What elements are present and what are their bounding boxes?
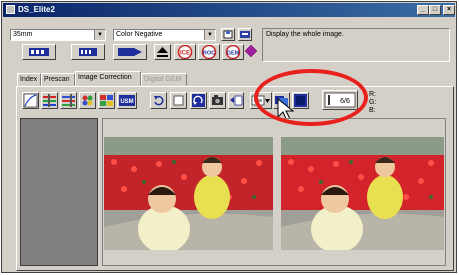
color-balance-button[interactable] [79, 92, 96, 109]
tab-image-correction[interactable]: Image Correction [75, 71, 141, 86]
rotate-icon [192, 94, 205, 107]
thumbnail-pane [20, 118, 98, 266]
save-button[interactable] [221, 28, 235, 41]
snapshot-icon [212, 95, 223, 105]
gem-label: GEM [227, 51, 240, 57]
reset-button[interactable] [170, 92, 187, 109]
preferences-icon [240, 31, 250, 38]
usm-label: USM [120, 99, 133, 105]
gem-icon: GEM [225, 44, 241, 60]
highlight-circle [254, 69, 368, 126]
tab-index[interactable]: Index [17, 73, 41, 86]
readout-g: G: [369, 99, 377, 106]
variation-icon [100, 95, 113, 106]
tab-digital-gem: Digital GEM [141, 73, 187, 86]
dropdown-arrow-icon[interactable]: ▼ [204, 30, 215, 40]
eject-icon [157, 47, 168, 57]
levels-button[interactable] [60, 92, 77, 109]
prescan-icon [29, 48, 49, 56]
snapshot-button[interactable] [209, 92, 226, 109]
app-icon [6, 5, 15, 14]
gem-button[interactable]: GEM [222, 44, 244, 60]
levels-icon [62, 94, 75, 107]
prescan-button[interactable] [71, 44, 105, 60]
before-image [104, 137, 273, 250]
crop-icon [230, 95, 243, 106]
eject-button[interactable] [154, 44, 171, 60]
eraser-icon [244, 44, 258, 58]
ice-icon: ICE [177, 44, 193, 60]
undo-button[interactable] [150, 92, 167, 109]
film-format-value: 35mm [13, 31, 33, 38]
rotate-button[interactable] [190, 92, 207, 109]
scan-icon [79, 48, 97, 56]
film-type-value: Color Negative [116, 31, 163, 38]
tab-prescan[interactable]: Prescan [41, 73, 75, 86]
maximize-icon[interactable]: □ [429, 5, 441, 15]
tone-curve-icon [23, 93, 38, 108]
status-message: Display the whole image. [266, 31, 344, 38]
save-icon [223, 30, 233, 39]
after-image [281, 137, 444, 250]
index-scan-button[interactable] [22, 44, 56, 60]
undo-icon [154, 95, 164, 106]
roc-label: ROC [203, 51, 215, 57]
color-balance-icon [82, 95, 93, 106]
unsharp-mask-icon: USM [119, 95, 135, 106]
close-icon[interactable]: × [443, 5, 455, 15]
readout-b: B: [369, 107, 376, 114]
scan-button[interactable] [113, 44, 147, 60]
tone-curve-button[interactable] [22, 92, 39, 109]
film-format-select[interactable]: 35mm ▼ [10, 29, 106, 41]
roc-icon: ROC [201, 44, 217, 60]
preferences-button[interactable] [238, 28, 252, 41]
hue-saturation-button[interactable] [98, 92, 115, 109]
window-title: DS_Elite2 [18, 5, 55, 14]
ice-label: ICE [180, 51, 190, 57]
variation-button[interactable] [41, 92, 58, 109]
minimize-icon[interactable]: _ [417, 5, 429, 15]
film-type-select[interactable]: Color Negative ▼ [113, 29, 216, 41]
unsharp-mask-button[interactable]: USM [117, 92, 137, 109]
scan-icon [118, 48, 142, 56]
crop-button[interactable] [228, 92, 244, 109]
roc-button[interactable]: ROC [198, 44, 220, 60]
status-message-box: Display the whole image. [262, 28, 450, 62]
reset-icon [173, 95, 184, 106]
dropdown-arrow-icon[interactable]: ▼ [94, 30, 105, 40]
app-window: DS_Elite2 _ □ × 35mm ▼ Color Negative ▼ … [1, 1, 457, 273]
title-bar: DS_Elite2 _ □ × [3, 3, 455, 17]
variation-icon [43, 94, 56, 107]
digital-gem-button[interactable] [244, 44, 258, 60]
readout-r: R: [369, 91, 376, 98]
ice-button[interactable]: ICE [174, 44, 196, 60]
